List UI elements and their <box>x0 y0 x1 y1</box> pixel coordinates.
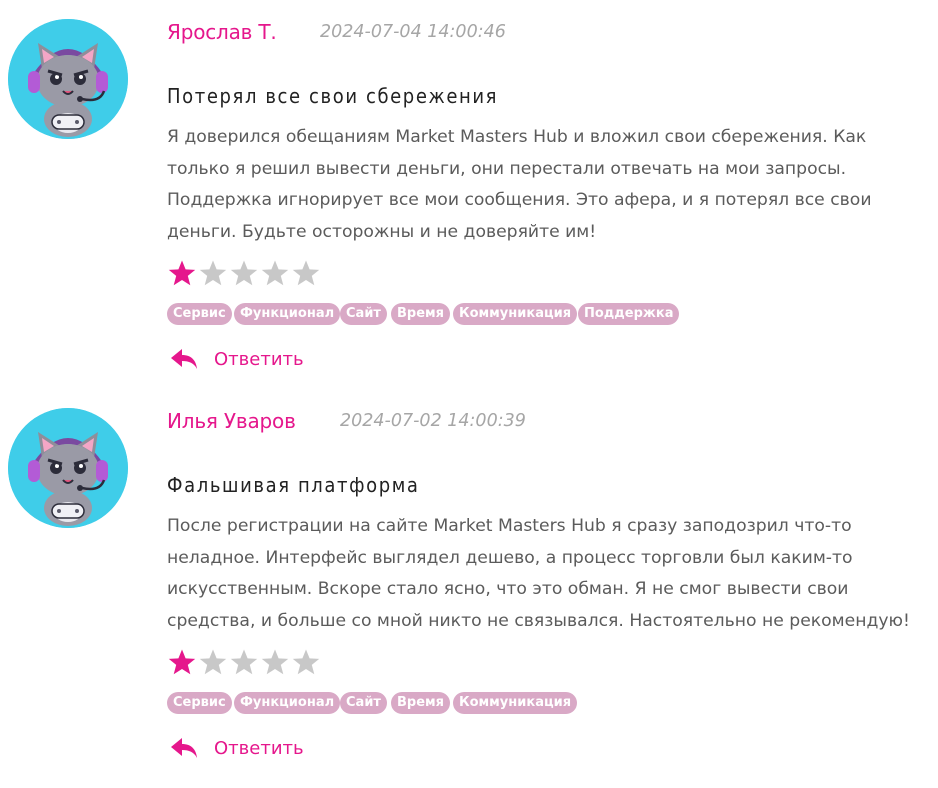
tag-badge: Сервис <box>167 303 232 325</box>
avatar <box>8 19 128 139</box>
cat-gamer-avatar-icon <box>8 408 128 528</box>
review-title: Фальшивая платформа <box>167 473 420 497</box>
review-body-line: только я решил вывести деньги, они перес… <box>167 158 847 179</box>
reply-arrow-icon <box>171 349 197 369</box>
star-empty-icon <box>199 260 227 286</box>
reply-label: Ответить <box>214 738 304 759</box>
review-date: 2024-07-02 14:00:39 <box>340 411 526 431</box>
review-body-line: деньги. Будьте осторожны и не доверяйте … <box>167 221 597 242</box>
star-empty-icon <box>292 260 320 286</box>
author-name[interactable]: Илья Уваров <box>167 409 296 433</box>
author-name[interactable]: Ярослав Т. <box>167 20 277 44</box>
star-empty-icon <box>292 649 320 675</box>
review-title: Потерял все свои сбережения <box>167 84 499 108</box>
tag-badge: Функционал <box>234 303 341 325</box>
review-date: 2024-07-04 14:00:46 <box>320 22 506 42</box>
review-body-line: После регистрации на сайте Market Master… <box>167 516 852 536</box>
review-body-line: Поддержка игнорирует все мои сообщения. … <box>167 190 872 210</box>
avatar <box>8 408 128 528</box>
tag-badge: Время <box>391 692 451 714</box>
tag-badge: Сервис <box>167 692 232 714</box>
star-filled-icon <box>168 260 196 286</box>
reply-arrow-icon <box>171 738 197 758</box>
tag-badge: Коммуникация <box>453 692 578 714</box>
review-body-line: неладное. Интерфейс выглядел дешево, а п… <box>167 547 853 568</box>
star-empty-icon <box>230 260 258 286</box>
cat-gamer-avatar-icon <box>8 19 128 139</box>
tag-badge: Коммуникация <box>453 303 578 325</box>
tag-badge: Функционал <box>234 692 341 714</box>
tag-badge: Сайт <box>340 692 387 714</box>
reply-label: Ответить <box>214 349 304 370</box>
review-body: После регистрации на сайте Market Master… <box>167 511 917 637</box>
review-body-line: искусственным. Вскоре стало ясно, что эт… <box>167 579 849 599</box>
star-empty-icon <box>230 649 258 675</box>
tag-badge: Сайт <box>340 303 387 325</box>
review-body-line: средства, и больше со мной никто не связ… <box>167 610 910 631</box>
star-empty-icon <box>261 260 289 286</box>
tag-badge: Поддержка <box>578 303 680 325</box>
star-empty-icon <box>199 649 227 675</box>
star-filled-icon <box>168 649 196 675</box>
star-empty-icon <box>261 649 289 675</box>
review-body: Я доверился обещаниям Market Masters Hub… <box>167 122 917 248</box>
tag-badge: Время <box>391 303 451 325</box>
review-body-line: Я доверился обещаниям Market Masters Hub… <box>167 127 867 147</box>
